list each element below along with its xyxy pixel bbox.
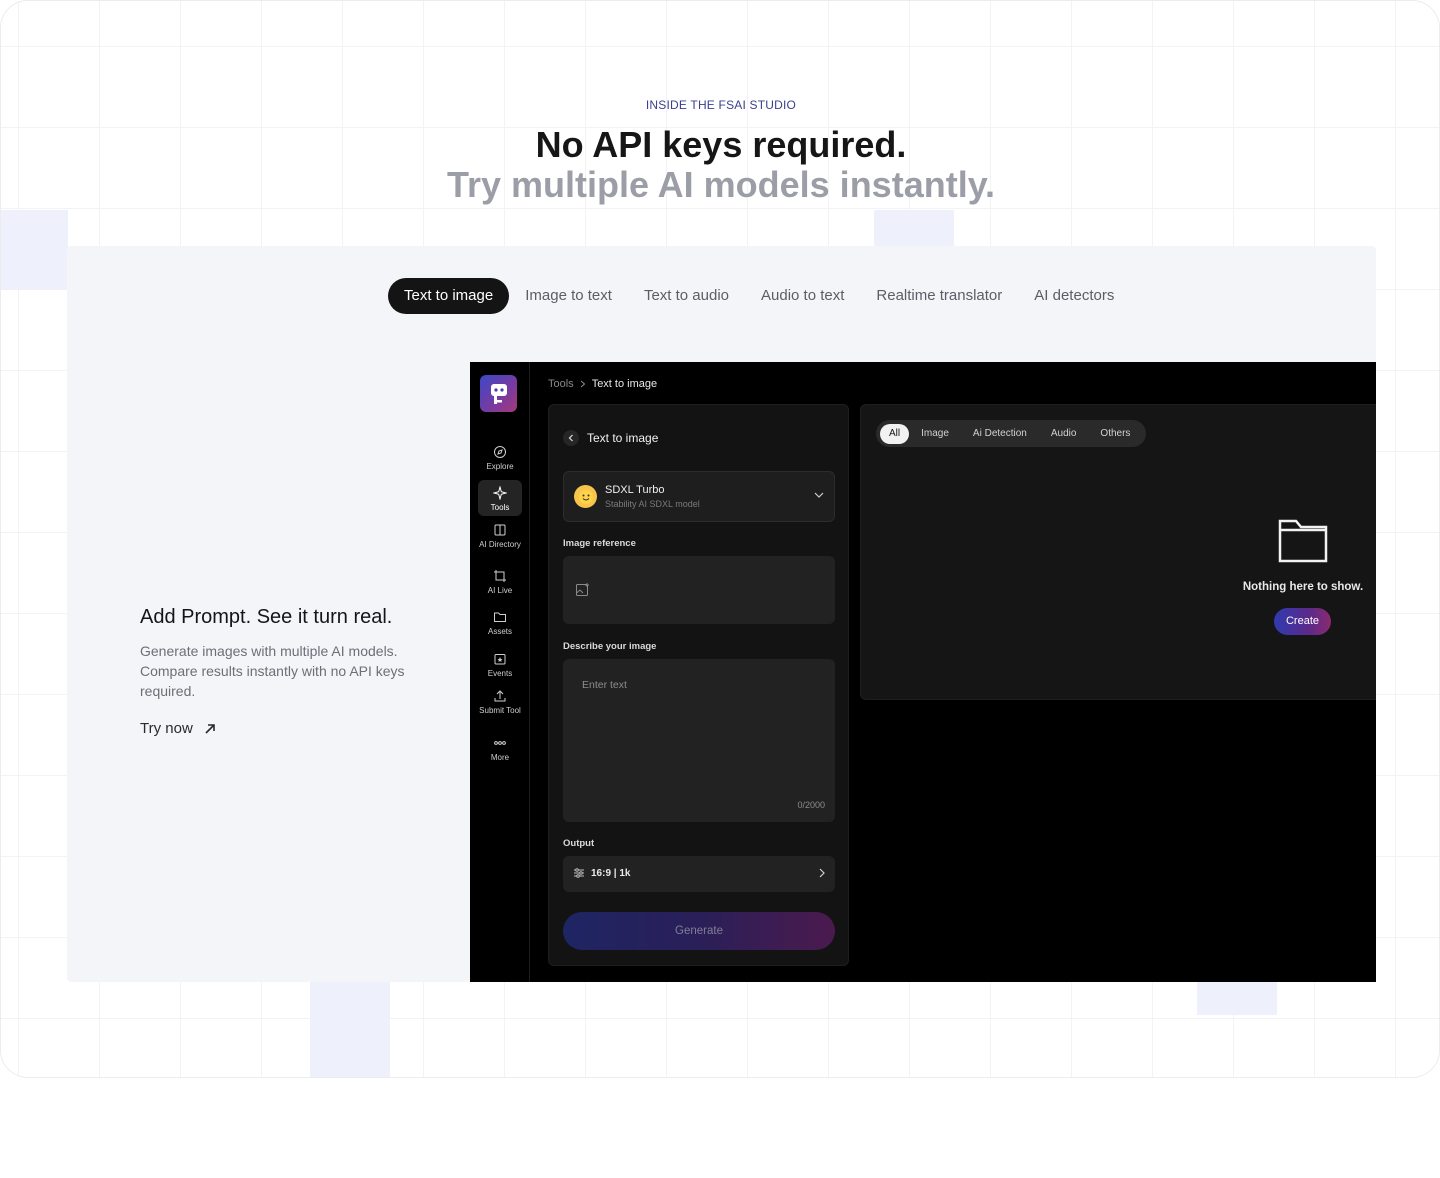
tab-text-to-audio[interactable]: Text to audio [628, 278, 745, 314]
sidebar-item-label: Assets [487, 627, 512, 636]
sliders-icon [574, 868, 584, 878]
feature-title: Add Prompt. See it turn real. [140, 606, 393, 628]
generate-button[interactable]: Generate [563, 912, 835, 950]
prompt-placeholder: Enter text [582, 679, 627, 691]
grid-highlight [310, 982, 390, 1077]
sidebar-item-more[interactable]: More [478, 736, 522, 762]
feature-description: Generate images with multiple AI models.… [140, 643, 405, 699]
robot-logo-icon [490, 383, 507, 404]
filter-audio[interactable]: Audio [1039, 424, 1089, 444]
filter-image[interactable]: Image [909, 424, 961, 444]
hugging-face-icon [578, 489, 593, 504]
breadcrumb-root[interactable]: Tools [548, 378, 574, 390]
compass-icon [494, 446, 506, 458]
try-now-link[interactable]: Try now [140, 720, 217, 737]
tab-audio-to-text[interactable]: Audio to text [745, 278, 860, 314]
tab-realtime-translator[interactable]: Realtime translator [860, 278, 1018, 314]
sidebar-item-assets[interactable]: Assets [478, 610, 522, 638]
form-header: Text to image [563, 430, 658, 446]
chevron-down-icon [814, 492, 824, 498]
image-reference-dropzone[interactable] [563, 556, 835, 624]
tab-image-to-text[interactable]: Image to text [509, 278, 628, 314]
sidebar-item-events[interactable]: Events [478, 652, 522, 680]
grid-highlight [874, 210, 954, 246]
app-screenshot: Explore Tools AI Directory AI Live Asset… [470, 362, 1376, 982]
filter-others[interactable]: Others [1088, 424, 1142, 444]
filter-all[interactable]: All [880, 423, 910, 444]
output-value: 16:9 | 1k [591, 868, 631, 879]
crop-icon [494, 570, 506, 582]
output-label: Output [563, 838, 595, 849]
sidebar-item-label: AI Live [487, 586, 513, 595]
generation-form: Text to image SDXL Turbo Stability AI SD… [548, 404, 849, 966]
arrow-up-right-icon [205, 723, 215, 734]
chevron-right-icon [580, 380, 585, 388]
folder-icon [494, 612, 506, 622]
sidebar-item-label: Explore [486, 462, 514, 471]
empty-state-text: Nothing here to show. [1242, 581, 1364, 593]
model-name: SDXL Turbo [605, 484, 665, 496]
empty-folder-icon [1278, 519, 1328, 563]
sidebar-item-label: AI Directory [479, 540, 521, 549]
filter-ai-detection[interactable]: Ai Detection [961, 424, 1039, 444]
tab-text-to-image[interactable]: Text to image [388, 278, 510, 314]
back-button[interactable] [563, 430, 579, 446]
sidebar-item-label: Tools [490, 503, 510, 512]
sidebar-item-label: More [490, 753, 510, 762]
model-description: Stability AI SDXL model [605, 499, 700, 509]
upload-icon [494, 690, 506, 702]
sidebar-item-ai-live[interactable]: AI Live [478, 569, 522, 597]
breadcrumb: Tools Text to image [548, 378, 657, 390]
sidebar-item-submit-tool[interactable]: Submit Tool [478, 689, 522, 725]
image-reference-label: Image reference [563, 538, 636, 549]
section-card: INSIDE THE FSAI STUDIO No API keys requi… [0, 0, 1440, 1078]
model-select[interactable]: SDXL Turbo Stability AI SDXL model [563, 471, 835, 522]
sidebar-item-explore[interactable]: Explore [478, 443, 522, 473]
tab-ai-detectors[interactable]: AI detectors [1018, 278, 1130, 314]
grid-highlight [1197, 982, 1277, 1015]
char-counter: 0/2000 [797, 800, 825, 810]
subheadline: Try multiple AI models instantly. [446, 164, 996, 205]
breadcrumb-current: Text to image [591, 378, 658, 390]
sidebar-item-label: Events [487, 669, 513, 678]
form-title: Text to image [587, 431, 659, 445]
sidebar-item-tools[interactable]: Tools [478, 480, 522, 516]
results-panel: All Image Ai Detection Audio Others Noth… [860, 404, 1376, 700]
calendar-icon [494, 654, 506, 665]
book-icon [494, 524, 506, 536]
prompt-textarea[interactable]: Enter text 0/2000 [563, 659, 835, 822]
output-settings[interactable]: 16:9 | 1k [563, 856, 835, 892]
chevron-right-icon [819, 868, 825, 878]
describe-label: Describe your image [563, 641, 657, 652]
image-add-icon [576, 583, 589, 596]
eyebrow-label: INSIDE THE FSAI STUDIO [645, 98, 797, 112]
feature-tabs: Text to image Image to text Text to audi… [388, 278, 1130, 314]
sidebar-item-ai-directory[interactable]: AI Directory [478, 523, 522, 559]
app-sidebar: Explore Tools AI Directory AI Live Asset… [470, 362, 530, 982]
try-now-label: Try now [140, 720, 193, 737]
model-avatar [574, 485, 597, 508]
results-filter-bar: All Image Ai Detection Audio Others [876, 420, 1147, 447]
sidebar-item-label: Submit Tool [479, 706, 521, 715]
dots-icon [494, 741, 506, 745]
grid-highlight [1, 210, 68, 290]
chevron-left-icon [568, 434, 573, 442]
create-button[interactable]: Create [1274, 608, 1331, 635]
headline: No API keys required. [535, 124, 907, 165]
sparkle-icon [493, 486, 507, 500]
app-logo[interactable] [480, 375, 517, 412]
